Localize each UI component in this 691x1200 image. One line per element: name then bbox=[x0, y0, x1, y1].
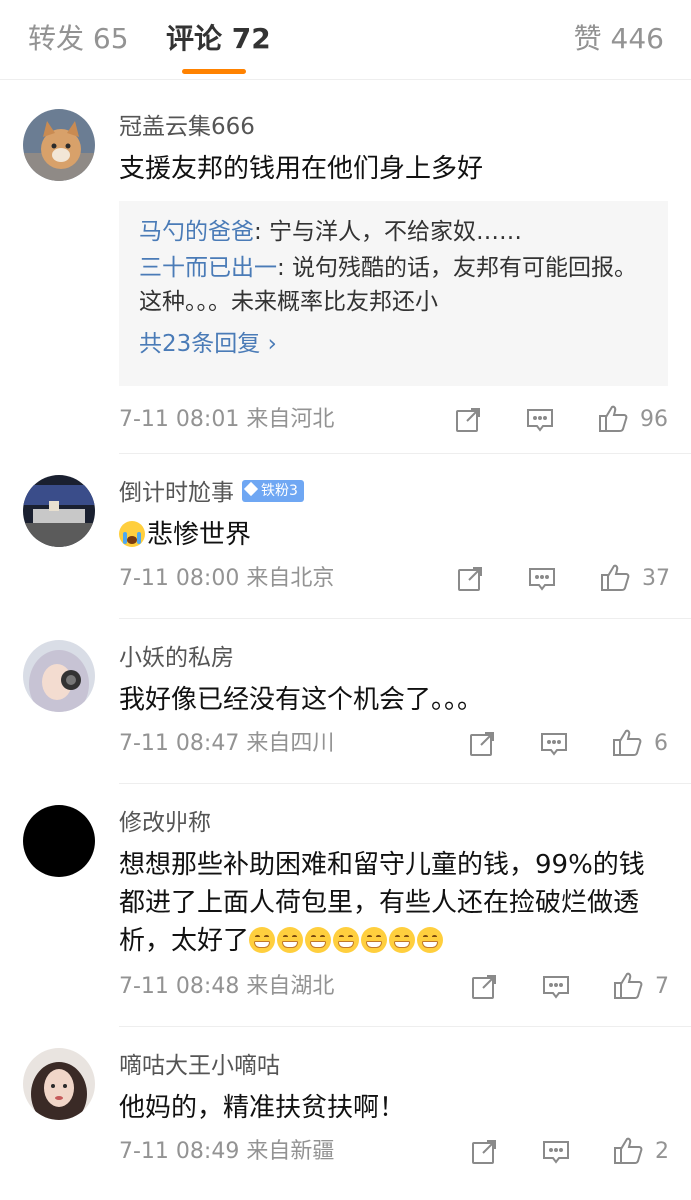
comment-button[interactable] bbox=[541, 972, 571, 1004]
like-button[interactable] bbox=[612, 970, 644, 1002]
comment-meta: 7-11 08:01 来自河北 bbox=[119, 407, 335, 432]
reply-text: : 宁与洋人，不给家奴…… bbox=[254, 219, 523, 245]
reply-item: 马勺的爸爸: 宁与洋人，不给家奴…… bbox=[139, 215, 648, 249]
tab-repost[interactable]: 转发 65 bbox=[28, 20, 129, 58]
comment-button[interactable] bbox=[541, 1137, 571, 1169]
like-button[interactable] bbox=[612, 1135, 644, 1167]
reply-username[interactable]: 三十而已出一 bbox=[139, 255, 277, 281]
comment-meta: 7-11 08:00 来自北京 bbox=[119, 566, 335, 591]
reply-username[interactable]: 马勺的爸爸 bbox=[139, 219, 254, 245]
username[interactable]: 倒计时尬事 铁粉3 bbox=[119, 478, 304, 508]
comment-item: 嘀咕大王小嘀咕 他妈的，精准扶贫扶啊！ 7-11 08:49 来自新疆 2 bbox=[0, 1027, 691, 1195]
comment-list: 冠盖云集666 支援友邦的钱用在他们身上多好 马勺的爸爸: 宁与洋人，不给家奴…… bbox=[0, 80, 691, 1195]
thumbs-up-icon bbox=[613, 729, 642, 756]
comment-item: 小妖的私房 我好像已经没有这个机会了。。。 7-11 08:47 来自四川 6 bbox=[0, 619, 691, 784]
share-button[interactable] bbox=[469, 1137, 499, 1169]
comment-icon bbox=[543, 1141, 569, 1164]
avatar[interactable] bbox=[23, 109, 95, 181]
comment-meta: 7-11 08:48 来自湖北 bbox=[119, 974, 335, 999]
like-button[interactable] bbox=[611, 727, 643, 759]
tab-likes[interactable]: 赞 446 bbox=[574, 20, 664, 58]
comment-text: 悲惨世界 bbox=[119, 516, 659, 554]
diamond-icon bbox=[243, 481, 259, 496]
grinning-face-icon bbox=[361, 927, 388, 953]
avatar[interactable] bbox=[23, 805, 95, 877]
comment-meta: 7-11 08:47 来自四川 bbox=[119, 731, 335, 756]
username[interactable]: 冠盖云集666 bbox=[119, 112, 255, 142]
share-button[interactable] bbox=[467, 729, 497, 761]
share-icon bbox=[472, 1140, 496, 1164]
comment-text: 他妈的，精准扶贫扶啊！ bbox=[119, 1093, 406, 1123]
share-button[interactable] bbox=[469, 972, 499, 1004]
view-more-replies-link[interactable]: 共23条回复 › bbox=[139, 327, 648, 361]
comment-button[interactable] bbox=[539, 729, 569, 761]
thumbs-up-icon bbox=[614, 1137, 643, 1164]
username[interactable]: 小妖的私房 bbox=[119, 643, 234, 673]
share-icon bbox=[470, 732, 494, 756]
comment-text: 支援友邦的钱用在他们身上多好 bbox=[119, 154, 484, 184]
comment-item: 倒计时尬事 铁粉3 悲惨世界 7-11 08:00 来自北京 37 bbox=[0, 454, 691, 619]
grinning-face-icons bbox=[249, 926, 445, 956]
comment-button[interactable] bbox=[527, 564, 557, 596]
reply-preview[interactable]: 马勺的爸爸: 宁与洋人，不给家奴…… 三十而已出一: 说句残酷的话，友邦有可能回… bbox=[119, 201, 668, 386]
comment-button[interactable] bbox=[525, 405, 555, 437]
active-tab-indicator bbox=[182, 69, 246, 74]
avatar[interactable] bbox=[23, 475, 95, 547]
grinning-face-icon bbox=[417, 927, 444, 953]
share-icon bbox=[456, 408, 480, 432]
avatar[interactable] bbox=[23, 1048, 95, 1120]
comment-tabs: 转发 65 评论 72 赞 446 bbox=[0, 0, 691, 80]
comment-icon bbox=[543, 976, 569, 999]
share-button[interactable] bbox=[453, 405, 483, 437]
comment-icon bbox=[527, 409, 553, 432]
like-count: 6 bbox=[654, 731, 668, 756]
comment-text: 想想那些补助困难和留守儿童的钱，99%的钱都进了上面人荷包里，有些人还在捡破烂做… bbox=[119, 846, 659, 960]
comment-icon bbox=[529, 568, 555, 591]
username[interactable]: 嘀咕大王小嘀咕 bbox=[119, 1051, 280, 1081]
grinning-face-icon bbox=[305, 927, 332, 953]
like-button[interactable] bbox=[599, 562, 631, 594]
fan-badge: 铁粉3 bbox=[242, 479, 304, 502]
comment-meta: 7-11 08:49 来自新疆 bbox=[119, 1139, 335, 1164]
comment-item: 修改丱称 想想那些补助困难和留守儿童的钱，99%的钱都进了上面人荷包里，有些人还… bbox=[0, 784, 691, 1027]
grinning-face-icon bbox=[249, 927, 276, 953]
like-count: 96 bbox=[640, 407, 668, 432]
thumbs-up-icon bbox=[599, 405, 628, 432]
share-icon bbox=[472, 975, 496, 999]
grinning-face-icon bbox=[333, 927, 360, 953]
like-button[interactable] bbox=[597, 403, 629, 435]
comment-text-body: 悲惨世界 bbox=[147, 520, 252, 550]
reply-item: 三十而已出一: 说句残酷的话，友邦有可能回报。这种。。。未来概率比友邦还小 bbox=[139, 251, 648, 319]
like-count: 37 bbox=[642, 566, 670, 591]
username-text[interactable]: 倒计时尬事 bbox=[119, 480, 234, 506]
fan-badge-label: 铁粉3 bbox=[261, 482, 298, 499]
avatar[interactable] bbox=[23, 640, 95, 712]
tab-comments[interactable]: 评论 72 bbox=[166, 20, 271, 58]
like-count: 2 bbox=[655, 1139, 669, 1164]
thumbs-up-icon bbox=[601, 564, 630, 591]
share-icon bbox=[458, 567, 482, 591]
comment-item: 冠盖云集666 支援友邦的钱用在他们身上多好 马勺的爸爸: 宁与洋人，不给家奴…… bbox=[0, 80, 691, 454]
like-count: 7 bbox=[655, 974, 669, 999]
comment-icon bbox=[541, 733, 567, 756]
username[interactable]: 修改丱称 bbox=[119, 808, 211, 838]
share-button[interactable] bbox=[455, 564, 485, 596]
crying-face-icon bbox=[119, 521, 145, 547]
thumbs-up-icon bbox=[614, 972, 643, 999]
grinning-face-icon bbox=[389, 927, 416, 953]
grinning-face-icon bbox=[277, 927, 304, 953]
comment-text: 我好像已经没有这个机会了。。。 bbox=[119, 685, 484, 715]
